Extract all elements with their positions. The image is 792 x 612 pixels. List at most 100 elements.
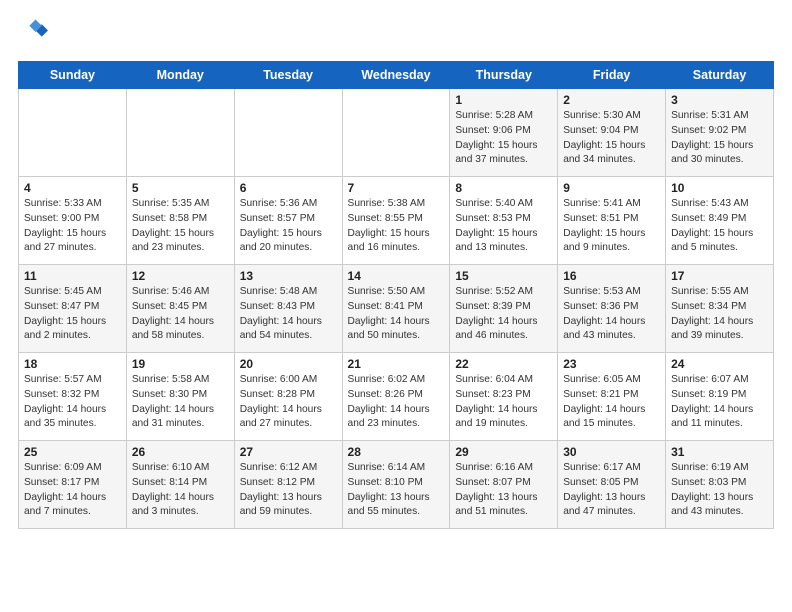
day-info: Sunrise: 5:40 AM Sunset: 8:53 PM Dayligh…: [455, 197, 552, 256]
day-info: Sunrise: 5:38 AM Sunset: 8:55 PM Dayligh…: [348, 197, 445, 256]
day-info: Sunrise: 5:50 AM Sunset: 8:41 PM Dayligh…: [348, 285, 445, 344]
day-cell: 28Sunrise: 6:14 AM Sunset: 8:10 PM Dayli…: [342, 441, 450, 529]
logo-icon: [20, 18, 48, 46]
day-number: 16: [563, 269, 660, 283]
day-cell: 13 Sunrise: 5:48 AM Sunset: 8:43 PM Dayli…: [234, 265, 342, 353]
day-cell: 3 Sunrise: 5:31 AM Sunset: 9:02 PM Daylig…: [666, 89, 774, 177]
day-cell: 30 Sunrise: 6:17 AM Sunset: 8:05 PM Dayli…: [558, 441, 666, 529]
day-number: 30: [563, 445, 660, 459]
day-header-sunday: Sunday: [19, 62, 127, 89]
calendar-table: SundayMondayTuesdayWednesdayThursdayFrid…: [18, 61, 774, 529]
day-cell: 29 Sunrise: 6:16 AM Sunset: 8:07 PM Dayli…: [450, 441, 558, 529]
day-cell: 21 Sunrise: 6:02 AM Sunset: 8:26 PM Dayli…: [342, 353, 450, 441]
day-info: Sunrise: 5:30 AM Sunset: 9:04 PM Dayligh…: [563, 109, 660, 168]
day-info: Sunrise: 5:31 AM Sunset: 9:02 PM Dayligh…: [671, 109, 768, 168]
page: SundayMondayTuesdayWednesdayThursdayFrid…: [0, 0, 792, 541]
day-number: 6: [240, 181, 337, 195]
day-info: Sunrise: 5:45 AM Sunset: 8:47 PM Dayligh…: [24, 285, 121, 344]
day-info: Sunrise: 6:17 AM Sunset: 8:05 PM Dayligh…: [563, 461, 660, 520]
day-header-monday: Monday: [126, 62, 234, 89]
day-number: 2: [563, 93, 660, 107]
day-header-friday: Friday: [558, 62, 666, 89]
day-header-tuesday: Tuesday: [234, 62, 342, 89]
day-number: 31: [671, 445, 768, 459]
day-cell: 15 Sunrise: 5:52 AM Sunset: 8:39 PM Dayli…: [450, 265, 558, 353]
day-cell: 11Sunrise: 5:45 AM Sunset: 8:47 PM Dayli…: [19, 265, 127, 353]
day-number: 4: [24, 181, 121, 195]
day-header-saturday: Saturday: [666, 62, 774, 89]
day-cell: 10Sunrise: 5:43 AM Sunset: 8:49 PM Dayli…: [666, 177, 774, 265]
day-header-wednesday: Wednesday: [342, 62, 450, 89]
day-cell: 6Sunrise: 5:36 AM Sunset: 8:57 PM Daylig…: [234, 177, 342, 265]
day-number: 20: [240, 357, 337, 371]
day-info: Sunrise: 5:52 AM Sunset: 8:39 PM Dayligh…: [455, 285, 552, 344]
day-info: Sunrise: 6:05 AM Sunset: 8:21 PM Dayligh…: [563, 373, 660, 432]
day-number: 3: [671, 93, 768, 107]
week-row-4: 25 Sunrise: 6:09 AM Sunset: 8:17 PM Dayli…: [19, 441, 774, 529]
day-number: 25: [24, 445, 121, 459]
day-info: Sunrise: 5:41 AM Sunset: 8:51 PM Dayligh…: [563, 197, 660, 256]
day-number: 23: [563, 357, 660, 371]
day-info: Sunrise: 6:09 AM Sunset: 8:17 PM Dayligh…: [24, 461, 121, 520]
day-cell: 8 Sunrise: 5:40 AM Sunset: 8:53 PM Daylig…: [450, 177, 558, 265]
day-number: 17: [671, 269, 768, 283]
day-cell: 2 Sunrise: 5:30 AM Sunset: 9:04 PM Daylig…: [558, 89, 666, 177]
day-info: Sunrise: 5:48 AM Sunset: 8:43 PM Dayligh…: [240, 285, 337, 344]
day-cell: 27Sunrise: 6:12 AM Sunset: 8:12 PM Dayli…: [234, 441, 342, 529]
day-number: 21: [348, 357, 445, 371]
day-number: 5: [132, 181, 229, 195]
day-number: 15: [455, 269, 552, 283]
day-number: 29: [455, 445, 552, 459]
day-info: Sunrise: 6:16 AM Sunset: 8:07 PM Dayligh…: [455, 461, 552, 520]
day-number: 13: [240, 269, 337, 283]
day-number: 12: [132, 269, 229, 283]
day-number: 18: [24, 357, 121, 371]
day-cell: 4 Sunrise: 5:33 AM Sunset: 9:00 PM Daylig…: [19, 177, 127, 265]
day-cell: 24 Sunrise: 6:07 AM Sunset: 8:19 PM Dayli…: [666, 353, 774, 441]
day-info: Sunrise: 6:00 AM Sunset: 8:28 PM Dayligh…: [240, 373, 337, 432]
day-info: Sunrise: 5:33 AM Sunset: 9:00 PM Dayligh…: [24, 197, 121, 256]
day-cell: 26Sunrise: 6:10 AM Sunset: 8:14 PM Dayli…: [126, 441, 234, 529]
day-cell: 9Sunrise: 5:41 AM Sunset: 8:51 PM Daylig…: [558, 177, 666, 265]
day-cell: [234, 89, 342, 177]
day-info: Sunrise: 6:02 AM Sunset: 8:26 PM Dayligh…: [348, 373, 445, 432]
day-cell: 18 Sunrise: 5:57 AM Sunset: 8:32 PM Dayli…: [19, 353, 127, 441]
day-header-thursday: Thursday: [450, 62, 558, 89]
day-number: 28: [348, 445, 445, 459]
day-info: Sunrise: 5:58 AM Sunset: 8:30 PM Dayligh…: [132, 373, 229, 432]
day-cell: 1 Sunrise: 5:28 AM Sunset: 9:06 PM Daylig…: [450, 89, 558, 177]
day-cell: 17Sunrise: 5:55 AM Sunset: 8:34 PM Dayli…: [666, 265, 774, 353]
header-area: [18, 18, 774, 51]
day-number: 10: [671, 181, 768, 195]
logo: [18, 18, 48, 51]
day-cell: 19 Sunrise: 5:58 AM Sunset: 8:30 PM Dayli…: [126, 353, 234, 441]
day-info: Sunrise: 5:35 AM Sunset: 8:58 PM Dayligh…: [132, 197, 229, 256]
day-number: 19: [132, 357, 229, 371]
day-cell: [342, 89, 450, 177]
day-info: Sunrise: 6:07 AM Sunset: 8:19 PM Dayligh…: [671, 373, 768, 432]
day-info: Sunrise: 6:19 AM Sunset: 8:03 PM Dayligh…: [671, 461, 768, 520]
day-cell: 16 Sunrise: 5:53 AM Sunset: 8:36 PM Dayli…: [558, 265, 666, 353]
day-info: Sunrise: 5:28 AM Sunset: 9:06 PM Dayligh…: [455, 109, 552, 168]
day-number: 26: [132, 445, 229, 459]
week-row-0: 1 Sunrise: 5:28 AM Sunset: 9:06 PM Daylig…: [19, 89, 774, 177]
day-info: Sunrise: 5:46 AM Sunset: 8:45 PM Dayligh…: [132, 285, 229, 344]
day-cell: 12 Sunrise: 5:46 AM Sunset: 8:45 PM Dayli…: [126, 265, 234, 353]
day-number: 24: [671, 357, 768, 371]
day-cell: [126, 89, 234, 177]
day-cell: 14 Sunrise: 5:50 AM Sunset: 8:41 PM Dayli…: [342, 265, 450, 353]
day-cell: 22Sunrise: 6:04 AM Sunset: 8:23 PM Dayli…: [450, 353, 558, 441]
day-number: 1: [455, 93, 552, 107]
header-row: SundayMondayTuesdayWednesdayThursdayFrid…: [19, 62, 774, 89]
day-cell: 31 Sunrise: 6:19 AM Sunset: 8:03 PM Dayli…: [666, 441, 774, 529]
day-number: 8: [455, 181, 552, 195]
day-number: 14: [348, 269, 445, 283]
day-info: Sunrise: 5:57 AM Sunset: 8:32 PM Dayligh…: [24, 373, 121, 432]
week-row-1: 4 Sunrise: 5:33 AM Sunset: 9:00 PM Daylig…: [19, 177, 774, 265]
day-info: Sunrise: 6:12 AM Sunset: 8:12 PM Dayligh…: [240, 461, 337, 520]
day-cell: 20 Sunrise: 6:00 AM Sunset: 8:28 PM Dayli…: [234, 353, 342, 441]
day-cell: 7Sunrise: 5:38 AM Sunset: 8:55 PM Daylig…: [342, 177, 450, 265]
day-info: Sunrise: 5:53 AM Sunset: 8:36 PM Dayligh…: [563, 285, 660, 344]
day-cell: 25 Sunrise: 6:09 AM Sunset: 8:17 PM Dayli…: [19, 441, 127, 529]
day-info: Sunrise: 6:04 AM Sunset: 8:23 PM Dayligh…: [455, 373, 552, 432]
